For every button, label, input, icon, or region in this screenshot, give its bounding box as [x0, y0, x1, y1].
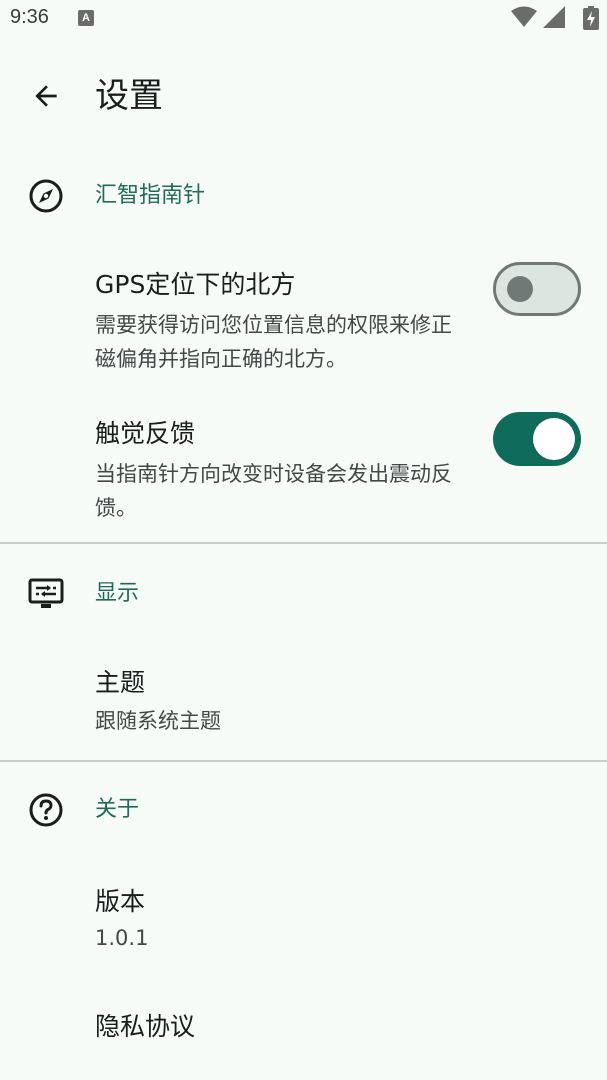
status-time: 9:36 — [10, 6, 49, 28]
pref-privacy-title: 隐私协议 — [95, 1012, 196, 1041]
pref-gps-north[interactable]: GPS定位下的北方 需要获得访问您位置信息的权限来修正磁偏角并指向正确的北方。 — [0, 262, 607, 378]
cell-signal-icon — [543, 6, 565, 28]
haptic-switch[interactable] — [493, 412, 581, 466]
back-button[interactable] — [22, 72, 70, 120]
arrow-left-icon — [35, 85, 57, 107]
app-bar: 设置 — [0, 60, 607, 132]
section-title-display: 显示 — [95, 581, 140, 606]
pref-haptic[interactable]: 触觉反馈 当指南针方向改变时设备会发出震动反馈。 — [0, 412, 607, 527]
pref-gps-north-title: GPS定位下的北方 — [95, 270, 296, 299]
divider — [0, 542, 607, 544]
wifi-icon — [511, 6, 537, 27]
pref-version-summary: 1.0.1 — [95, 926, 149, 950]
gps-north-switch[interactable] — [493, 262, 581, 316]
pref-theme[interactable]: 主题 跟随系统主题 — [0, 666, 607, 746]
switch-thumb — [507, 276, 533, 302]
compass-icon — [29, 179, 63, 213]
divider — [0, 760, 607, 762]
section-header-display: 显示 — [0, 562, 607, 622]
pref-privacy[interactable]: 隐私协议 — [0, 1010, 607, 1060]
page-title: 设置 — [95, 76, 163, 116]
status-bar: 9:36 A — [0, 0, 607, 38]
section-icon-wrap — [26, 790, 66, 830]
pref-haptic-summary: 当指南针方向改变时设备会发出震动反馈。 — [95, 462, 452, 520]
pref-version-title: 版本 — [95, 887, 146, 916]
display-settings-icon — [28, 578, 64, 608]
section-title-compass: 汇智指南针 — [95, 183, 206, 208]
pref-theme-summary: 跟随系统主题 — [95, 709, 221, 733]
pref-version[interactable]: 版本 1.0.1 — [0, 885, 607, 965]
section-icon-wrap — [26, 574, 66, 614]
section-icon-wrap — [26, 176, 66, 216]
pref-theme-title: 主题 — [95, 668, 146, 697]
pref-gps-north-summary: 需要获得访问您位置信息的权限来修正磁偏角并指向正确的北方。 — [95, 313, 452, 371]
help-circle-icon — [29, 793, 63, 827]
switch-thumb — [533, 418, 575, 460]
section-title-about: 关于 — [95, 797, 140, 822]
section-header-about: 关于 — [0, 778, 607, 838]
pref-haptic-title: 触觉反馈 — [95, 419, 196, 448]
battery-charging-icon — [583, 6, 599, 30]
notification-a-icon: A — [78, 10, 94, 26]
section-header-compass: 汇智指南针 — [0, 164, 607, 224]
